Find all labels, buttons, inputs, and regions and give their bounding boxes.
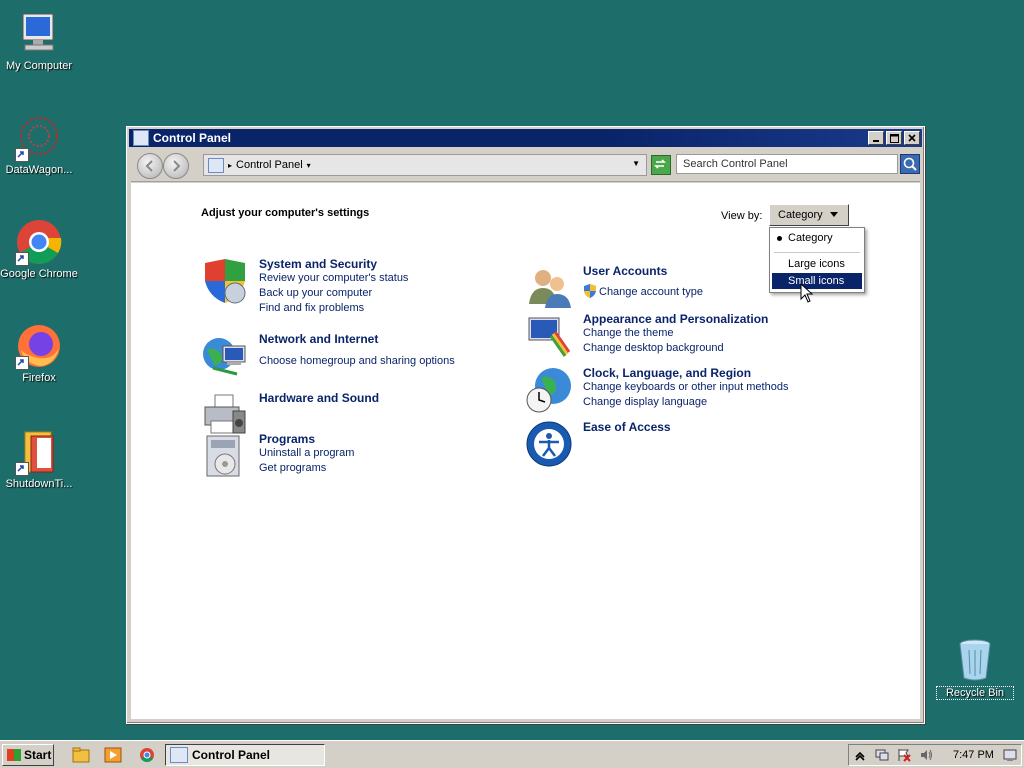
desktop-icon-label: Firefox xyxy=(22,372,56,384)
link-change-keyboards[interactable]: Change keyboards or other input methods xyxy=(583,381,788,393)
link-change-display-language[interactable]: Change display language xyxy=(583,396,707,408)
taskbar-button-label: Control Panel xyxy=(192,748,271,762)
link-change-theme[interactable]: Change the theme xyxy=(583,327,674,339)
desktop-icon-my-computer[interactable]: My Computer xyxy=(0,10,78,72)
folder-icon xyxy=(15,428,63,476)
chrome-icon[interactable] xyxy=(138,747,156,763)
close-button[interactable] xyxy=(904,131,920,145)
refresh-button[interactable] xyxy=(651,155,671,175)
selected-bullet-icon xyxy=(777,236,782,241)
network-status-icon[interactable] xyxy=(875,748,889,762)
forward-button[interactable] xyxy=(163,153,189,179)
users-icon xyxy=(525,264,573,312)
desktop-icon-shutdowntimer[interactable]: ShutdownTi... xyxy=(0,428,78,490)
chrome-icon xyxy=(15,218,63,266)
windows-logo-icon xyxy=(7,749,21,761)
desktop-icon-datawagon[interactable]: DataWagon... xyxy=(0,114,78,176)
navigation-toolbar: ▸ Control Panel ▾ ▼ Search Control Panel xyxy=(131,149,920,182)
clock[interactable]: 7:47 PM xyxy=(953,749,994,761)
control-panel-icon xyxy=(133,130,149,146)
shortcut-arrow-icon xyxy=(15,462,29,476)
start-label: Start xyxy=(24,748,52,762)
control-panel-window: Control Panel ▸ Control Panel ▾ ▼ Search… xyxy=(126,126,925,724)
link-uninstall-program[interactable]: Uninstall a program xyxy=(259,447,354,459)
system-tray: 7:47 PM xyxy=(848,744,1022,766)
appearance-icon xyxy=(525,312,573,360)
desktop-icon-chrome[interactable]: Google Chrome xyxy=(0,218,78,280)
window-title: Control Panel xyxy=(153,131,232,145)
volume-icon[interactable] xyxy=(919,748,933,762)
computer-icon xyxy=(15,10,63,58)
desktop-icon-label: Google Chrome xyxy=(0,268,78,280)
action-center-icon[interactable] xyxy=(897,748,911,762)
category-title-hardware-sound[interactable]: Hardware and Sound xyxy=(259,391,379,405)
menu-item-large-icons[interactable]: Large icons xyxy=(772,256,862,272)
category-title-appearance[interactable]: Appearance and Personalization xyxy=(583,312,768,326)
link-back-up[interactable]: Back up your computer xyxy=(259,287,372,299)
programs-icon xyxy=(201,432,249,480)
breadcrumb-arrow-icon[interactable]: ▸ xyxy=(228,161,232,170)
category-title-network-internet[interactable]: Network and Internet xyxy=(259,332,378,346)
category-title-programs[interactable]: Programs xyxy=(259,432,315,446)
desktop-icon-label: ShutdownTi... xyxy=(5,478,73,490)
shortcut-arrow-icon xyxy=(15,252,29,266)
menu-item-category[interactable]: Category xyxy=(772,230,862,246)
start-button[interactable]: Start xyxy=(2,744,54,766)
network-icon xyxy=(201,332,249,380)
menu-item-small-icons[interactable]: Small icons xyxy=(772,273,862,289)
link-get-programs[interactable]: Get programs xyxy=(259,462,326,474)
link-homegroup[interactable]: Choose homegroup and sharing options xyxy=(259,355,455,367)
breadcrumb-control-panel[interactable]: Control Panel xyxy=(236,159,303,171)
link-find-fix[interactable]: Find and fix problems xyxy=(259,302,364,314)
maximize-button[interactable] xyxy=(886,131,902,145)
desktop-icon-label: DataWagon... xyxy=(5,164,73,176)
taskbar-button-control-panel[interactable]: Control Panel xyxy=(165,744,325,766)
search-input[interactable]: Search Control Panel xyxy=(676,154,898,174)
control-panel-icon xyxy=(170,747,188,763)
desktop-icon-firefox[interactable]: Firefox xyxy=(0,322,78,384)
taskbar: Start Control Panel 7:47 PM xyxy=(0,740,1024,768)
shield-icon xyxy=(201,257,249,305)
media-player-icon[interactable] xyxy=(104,747,122,763)
globe-clock-icon xyxy=(525,366,573,414)
view-by-value: Category xyxy=(778,209,823,221)
chevron-down-icon[interactable]: ▾ xyxy=(307,161,311,170)
shortcut-arrow-icon xyxy=(15,356,29,370)
control-panel-icon xyxy=(208,157,224,173)
search-icon[interactable] xyxy=(900,154,920,174)
datawagon-icon xyxy=(15,114,63,162)
show-desktop-icon[interactable] xyxy=(1003,748,1017,762)
firefox-icon xyxy=(15,322,63,370)
uac-shield-icon xyxy=(584,284,596,298)
category-title-ease-of-access[interactable]: Ease of Access xyxy=(583,420,671,434)
category-title-clock-region[interactable]: Clock, Language, and Region xyxy=(583,366,751,380)
menu-divider xyxy=(774,252,860,253)
folder-icon[interactable] xyxy=(72,747,90,763)
address-dropdown-icon[interactable]: ▼ xyxy=(632,159,640,168)
back-button[interactable] xyxy=(137,153,163,179)
title-bar[interactable]: Control Panel xyxy=(129,129,922,147)
link-change-background[interactable]: Change desktop background xyxy=(583,342,724,354)
desktop-icon-label: Recycle Bin xyxy=(936,686,1014,700)
shortcut-arrow-icon xyxy=(15,148,29,162)
view-by-label: View by: xyxy=(721,210,763,222)
link-review-status[interactable]: Review your computer's status xyxy=(259,272,408,284)
desktop-icon-label: My Computer xyxy=(5,60,73,72)
view-by-dropdown[interactable]: Category xyxy=(769,204,849,226)
address-bar[interactable]: ▸ Control Panel ▾ ▼ xyxy=(203,154,647,176)
recycle-bin-icon xyxy=(951,636,999,684)
chevron-up-icon[interactable] xyxy=(853,748,867,762)
mouse-cursor-icon xyxy=(800,283,814,303)
category-title-system-security[interactable]: System and Security xyxy=(259,257,377,271)
ease-of-access-icon xyxy=(525,420,573,468)
link-change-account-type[interactable]: Change account type xyxy=(599,286,703,298)
desktop-icon-recycle-bin[interactable]: Recycle Bin xyxy=(936,636,1014,700)
category-title-user-accounts[interactable]: User Accounts xyxy=(583,264,667,278)
view-by-menu: Category Large icons Small icons xyxy=(769,227,865,293)
minimize-button[interactable] xyxy=(868,131,884,145)
chevron-down-icon xyxy=(830,212,838,217)
page-title: Adjust your computer's settings xyxy=(201,207,370,219)
